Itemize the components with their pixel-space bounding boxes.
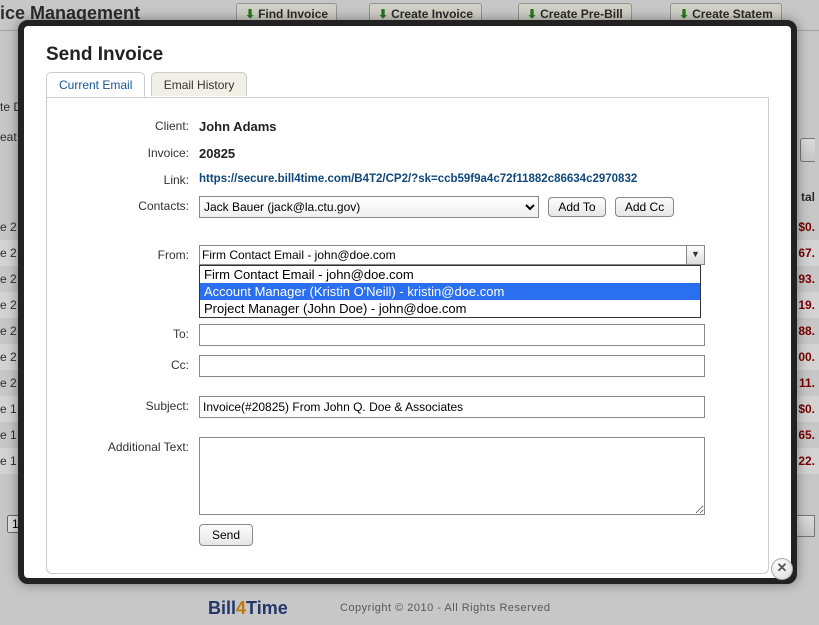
link-label: Link: [67, 170, 199, 187]
dialog-title: Send Invoice [46, 44, 769, 66]
invoice-label: Invoice: [67, 143, 199, 160]
subject-input[interactable] [199, 396, 705, 418]
from-select[interactable]: Firm Contact Email - john@doe.com ▼ [199, 245, 705, 265]
client-label: Client: [67, 116, 199, 133]
close-button[interactable]: ✕ [771, 558, 793, 580]
send-invoice-dialog: Send Invoice Current Email Email History… [18, 20, 797, 584]
from-option[interactable]: Account Manager (Kristin O'Neill) - kris… [200, 283, 700, 300]
to-input[interactable] [199, 324, 705, 346]
subject-label: Subject: [67, 396, 199, 413]
close-icon: ✕ [777, 560, 788, 575]
from-options-list: Firm Contact Email - john@doe.com Accoun… [199, 265, 701, 318]
from-label: From: [67, 245, 199, 262]
contacts-select[interactable]: Jack Bauer (jack@la.ctu.gov) [199, 196, 539, 218]
from-selected-value: Firm Contact Email - john@doe.com [202, 248, 396, 262]
add-cc-button[interactable]: Add Cc [615, 197, 674, 217]
cc-label: Cc: [67, 355, 199, 372]
tab-bar: Current Email Email History [46, 72, 769, 98]
invoice-link[interactable]: https://secure.bill4time.com/B4T2/CP2/?s… [199, 170, 637, 185]
contacts-label: Contacts: [67, 196, 199, 213]
invoice-value: 20825 [199, 143, 235, 161]
client-value: John Adams [199, 116, 277, 134]
tab-current-email[interactable]: Current Email [46, 72, 145, 97]
additional-text-label: Additional Text: [67, 437, 199, 454]
from-option[interactable]: Project Manager (John Doe) - john@doe.co… [200, 300, 700, 317]
tab-panel-current: Client: John Adams Invoice: 20825 Link: … [46, 98, 769, 574]
to-label: To: [67, 324, 199, 341]
cc-input[interactable] [199, 355, 705, 377]
send-button[interactable]: Send [199, 524, 253, 546]
add-to-button[interactable]: Add To [548, 197, 605, 217]
additional-text-input[interactable] [199, 437, 705, 515]
tab-email-history[interactable]: Email History [151, 72, 248, 96]
from-option[interactable]: Firm Contact Email - john@doe.com [200, 266, 700, 283]
chevron-down-icon: ▼ [686, 246, 704, 264]
